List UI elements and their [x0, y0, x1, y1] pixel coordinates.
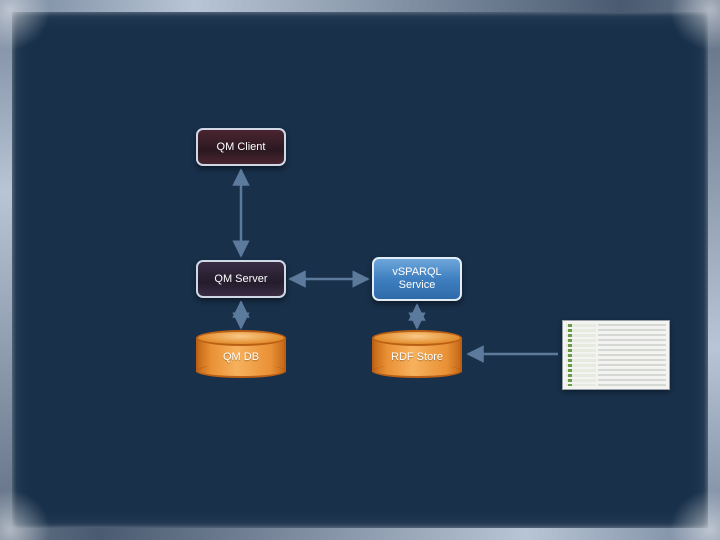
arrows — [0, 0, 720, 540]
node-qm-server-label: QM Server — [214, 273, 267, 286]
node-qm-client: QM Client — [196, 128, 286, 166]
diagram-stage: QM Client QM Server vSPARQL Service QM D… — [0, 0, 720, 540]
node-qm-client-label: QM Client — [217, 141, 266, 154]
node-qm-server: QM Server — [196, 260, 286, 298]
cylinder-qm-db-label: QM DB — [196, 336, 286, 378]
cylinder-rdf-store: RDF Store — [372, 330, 462, 378]
node-vsparql-service: vSPARQL Service — [372, 257, 462, 301]
cylinder-rdf-store-label: RDF Store — [372, 336, 462, 378]
cylinder-qm-db: QM DB — [196, 330, 286, 378]
thumbnail-external-ui — [562, 320, 670, 390]
node-vsparql-service-label: vSPARQL Service — [374, 266, 460, 291]
thumbnail-tree-panel — [566, 324, 596, 386]
thumbnail-form-panel — [598, 324, 666, 386]
